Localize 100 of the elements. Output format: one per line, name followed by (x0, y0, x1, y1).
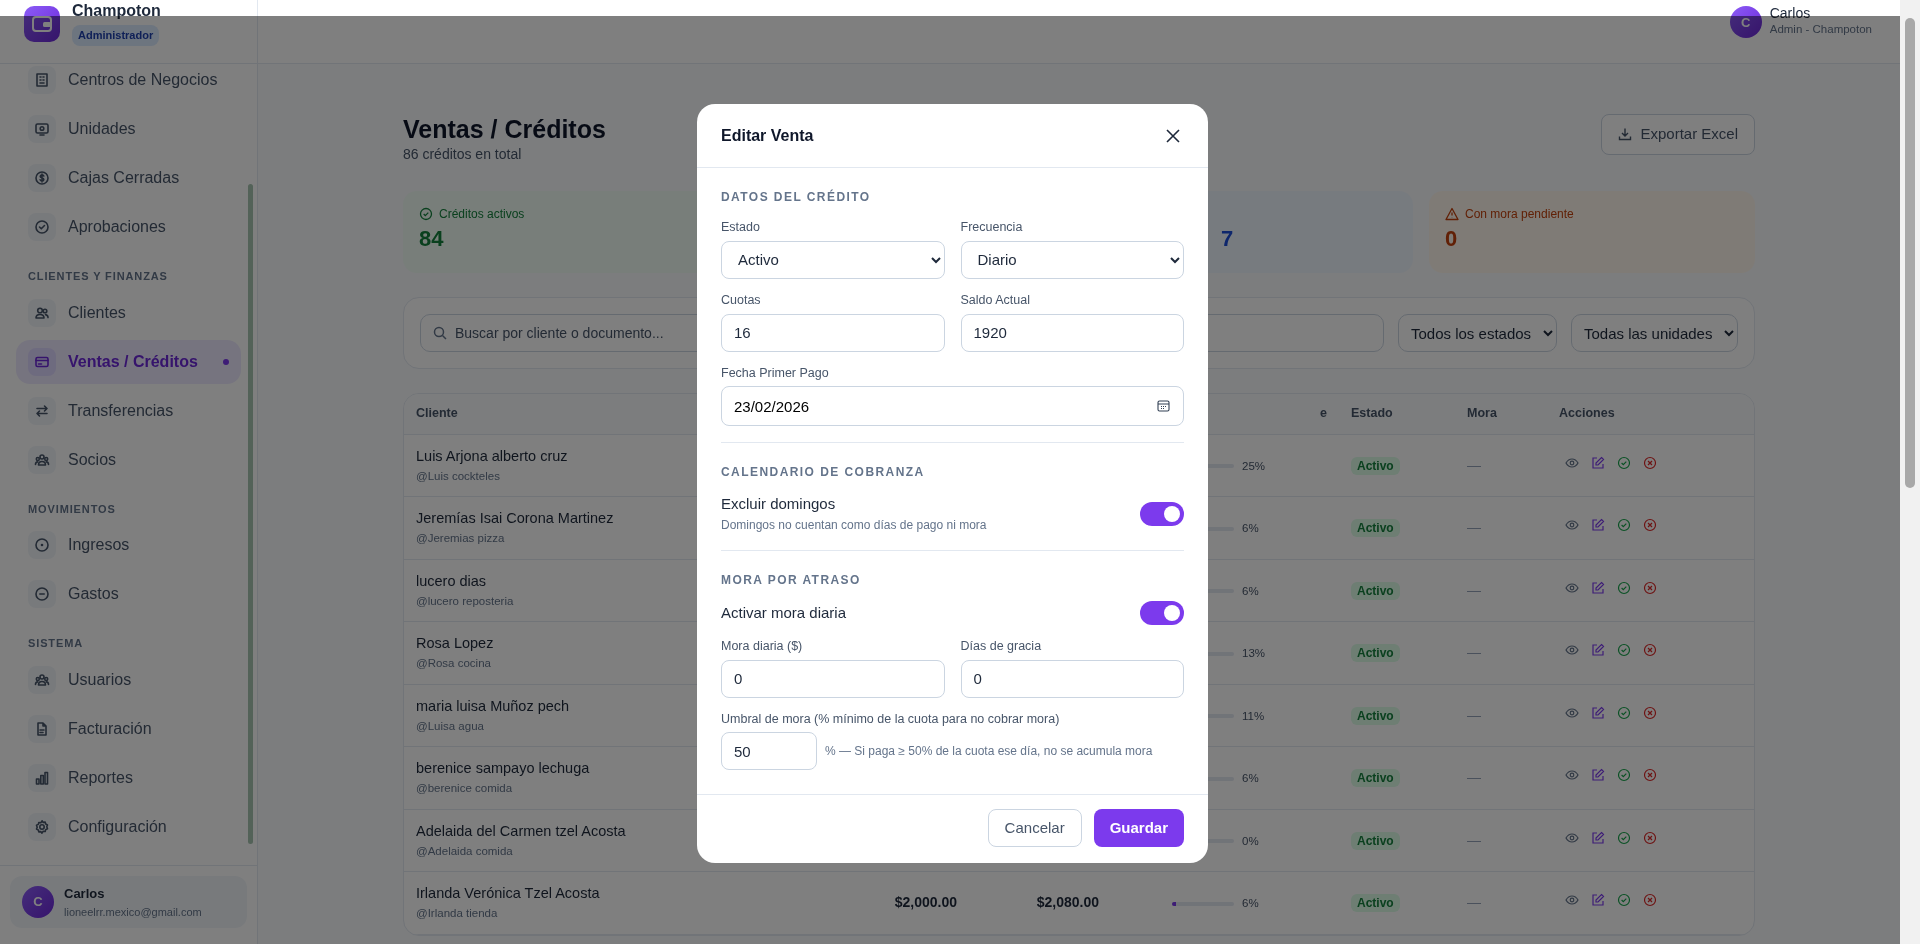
mora-text: — (1467, 644, 1481, 661)
section-heading: CALENDARIO DE COBRANZA (721, 464, 926, 482)
role-badge: Administrador (72, 25, 160, 46)
client-name: Rosa Lopez (416, 634, 495, 654)
status-badge: Activo (1351, 456, 1400, 475)
client-name: lucero dias (416, 571, 488, 591)
cancel-button[interactable]: Cancelar (987, 809, 1082, 848)
sidebar-item[interactable]: Ingresos (16, 523, 241, 567)
field-label: Saldo Actual (960, 291, 1031, 309)
sidebar-item[interactable]: Transferencias (16, 388, 241, 433)
section-heading: DATOS DEL CRÉDITO (721, 188, 872, 206)
client-handle: @Irlanda tienda (416, 906, 499, 921)
column-header: Cliente (416, 406, 458, 421)
sidebar-item[interactable]: Reportes (16, 755, 241, 800)
client-name: Jeremías Isai Corona Martinez (416, 509, 615, 529)
sidebar-item[interactable]: Facturación (16, 706, 241, 751)
status-badge: Activo (1351, 519, 1400, 538)
scrollbar[interactable] (1900, 0, 1920, 944)
status-badge: Activo (1351, 831, 1400, 850)
user-name: Carlos (64, 885, 106, 903)
progress-percent: 6% (1242, 772, 1259, 785)
sidebar-item[interactable]: Clientes (16, 290, 241, 335)
section-heading: CLIENTES Y FINANZAS (27, 269, 169, 284)
sidebar-item[interactable]: Configuración (16, 804, 241, 849)
field-label: Días de gracia (960, 637, 1043, 655)
sidebar-item[interactable]: Centros de Negocios (16, 64, 241, 102)
client-handle: @Luis cockteles (416, 468, 501, 484)
mora-text: — (1467, 894, 1481, 911)
column-header: Estado (1351, 406, 1393, 421)
switch-label: Excluir domingos (721, 494, 837, 515)
progress-percent: 6% (1242, 522, 1259, 535)
select-field[interactable]: Diario (960, 240, 1184, 279)
field-label: Cuotas (721, 291, 762, 309)
status-badge: Activo (1351, 894, 1400, 913)
search-icon (433, 326, 447, 340)
wallet-logo-icon (24, 6, 60, 42)
user-email: lioneelrr.mexico@gmail.com (64, 904, 202, 920)
client-name: berenice sampayo lechuga (416, 759, 591, 779)
unit-select[interactable]: Todas las unidades (1571, 314, 1738, 352)
progress-percent: 6% (1242, 584, 1259, 597)
group-icon (34, 671, 50, 688)
column-header: e (1320, 406, 1327, 421)
user-avatar[interactable]: C (1729, 6, 1762, 39)
field-label: Estado (721, 219, 761, 236)
status-select[interactable]: Todos los estados (1398, 314, 1557, 352)
sidebar-item[interactable]: Unidades (16, 107, 241, 151)
save-button[interactable]: Guardar (1093, 809, 1184, 848)
stat-value: 84 (419, 227, 444, 252)
sidebar-item[interactable]: Usuarios (16, 657, 241, 702)
mora-text: — (1467, 519, 1481, 536)
toggle-switch[interactable] (1140, 600, 1184, 625)
client-name: Adelaida del Carmen tzel Acosta (416, 821, 627, 841)
toggle-switch[interactable] (1140, 501, 1184, 526)
client-name: maria luisa Muñoz pech (416, 696, 571, 716)
column-header: Mora (1467, 406, 1497, 421)
sidebar-item[interactable]: Ventas / Créditos (16, 339, 241, 384)
sidebar-item[interactable]: Gastos (16, 572, 241, 616)
field-label: Mora diaria ($) (721, 637, 804, 655)
input-field[interactable]: 1920 (960, 313, 1184, 352)
input-field[interactable]: 0 (960, 659, 1184, 698)
scrollbar-thumb[interactable] (248, 184, 253, 844)
input-field[interactable]: 16 (721, 313, 945, 352)
field-label: Fecha Primer Pago (721, 364, 830, 382)
progress-percent: 13% (1242, 647, 1266, 660)
section-heading: MORA POR ATRASO (721, 571, 862, 589)
user-card[interactable]: C Carlos lioneelrr.mexico@gmail.com (10, 876, 247, 928)
mora-text: — (1467, 769, 1481, 786)
stat-value: 0 (1445, 227, 1458, 252)
sidebar-item[interactable]: Cajas Cerradas (16, 156, 241, 200)
section-heading: MOVIMIENTOS (27, 501, 117, 517)
stat-label: Créditos activos (439, 206, 525, 223)
stat-label: Con mora pendiente (1465, 206, 1574, 223)
status-badge: Activo (1351, 581, 1400, 600)
check-circle-icon (34, 219, 50, 235)
sidebar-item[interactable]: Aprobaciones (16, 205, 241, 249)
input-field[interactable]: 50 (721, 732, 817, 771)
client-handle: @Jeremias pizza (416, 531, 506, 546)
group-icon (34, 451, 50, 468)
stat-value: 7 (1221, 227, 1234, 252)
amount-text: $2,000.00 (894, 894, 957, 911)
client-handle: @Rosa cocina (416, 656, 492, 671)
client-handle: @Adelaida comida (416, 843, 514, 859)
section-heading: SISTEMA (27, 636, 85, 651)
calendar-icon (1157, 399, 1170, 413)
client-handle: @berenice comida (416, 781, 514, 796)
field-label: Frecuencia (960, 219, 1024, 236)
status-badge: Activo (1351, 769, 1400, 788)
bar-chart-icon (34, 769, 50, 786)
sidebar-item[interactable]: Socios (16, 437, 241, 482)
export-button[interactable]: Exportar Excel (1601, 114, 1755, 155)
progress-percent: 25% (1242, 459, 1266, 472)
select-field[interactable]: Activo (721, 240, 945, 279)
mora-text: — (1467, 581, 1481, 598)
date-field[interactable]: 23/02/2026 (721, 386, 1184, 427)
check-circle-icon (419, 207, 433, 221)
mora-text: — (1467, 456, 1481, 473)
column-header: Acciones (1559, 406, 1615, 421)
input-field[interactable]: 0 (721, 659, 945, 698)
active-dot (223, 358, 229, 365)
brand-name: Champoton (72, 3, 161, 19)
